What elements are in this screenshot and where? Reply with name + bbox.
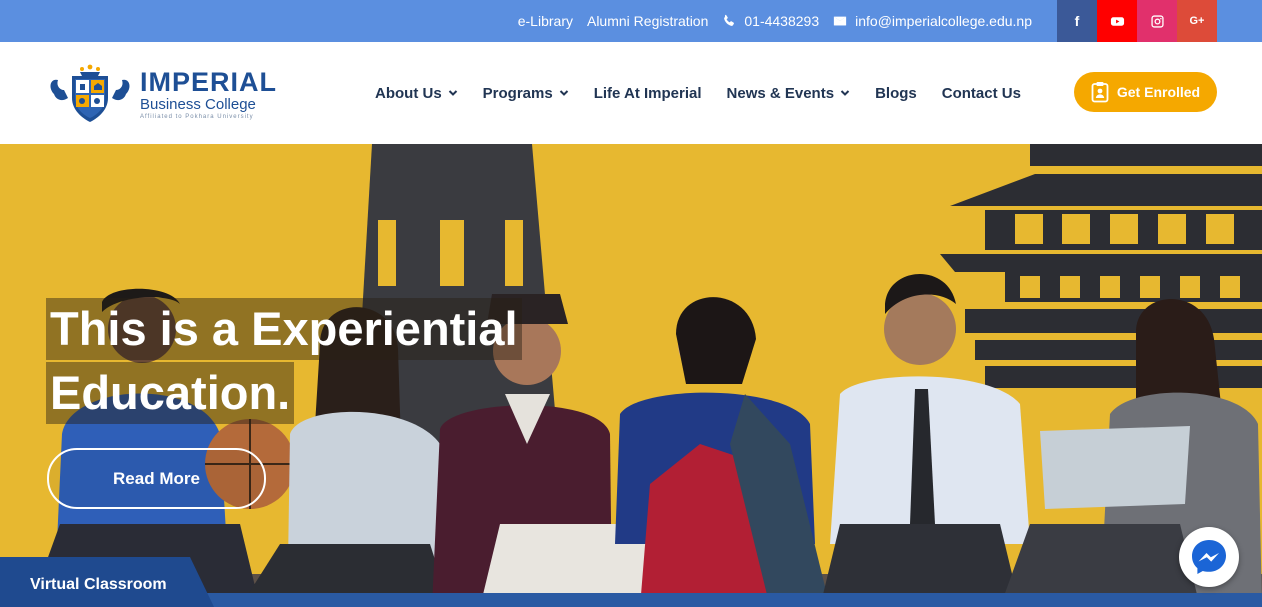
nav-about-us[interactable]: About Us: [375, 85, 458, 102]
nav-label: Contact Us: [941, 84, 1021, 102]
facebook-icon: f: [1074, 13, 1080, 29]
alumni-registration-link[interactable]: Alumni Registration: [587, 13, 708, 29]
envelope-icon: [834, 16, 847, 26]
nav-contact-us[interactable]: Contact Us: [942, 85, 1021, 102]
clipboard-user-icon: [1091, 82, 1109, 103]
read-more-label: Read More: [113, 468, 200, 488]
google-plus-link[interactable]: G+: [1177, 0, 1217, 42]
chevron-down-icon: [448, 90, 457, 96]
email-address: info@imperialcollege.edu.np: [855, 13, 1032, 29]
virtual-classroom-label: Virtual Classroom: [30, 576, 167, 593]
hero-banner: This is a Experiential Education. Read M…: [0, 144, 1262, 607]
read-more-button[interactable]: Read More: [47, 448, 266, 509]
phone-icon: [724, 14, 735, 26]
messenger-chat-button[interactable]: [1179, 527, 1239, 587]
brand-subtitle: Business College: [140, 95, 256, 113]
phone-number: 01-4438293: [744, 13, 820, 29]
college-logo[interactable]: IMPERIAL Business College Affiliated to …: [46, 64, 277, 124]
virtual-classroom-tab[interactable]: Virtual Classroom: [0, 557, 214, 607]
top-bar: e-Library Alumni Registration 01-4438293…: [0, 0, 1262, 42]
nav-programs[interactable]: Programs: [483, 85, 569, 102]
crest-icon: [50, 64, 130, 122]
chevron-down-icon: [840, 90, 850, 96]
facebook-link[interactable]: f: [1057, 0, 1097, 42]
headline-line-2: Education.: [46, 362, 295, 424]
nav-label: About Us: [375, 84, 442, 102]
chevron-down-icon: [559, 90, 568, 96]
brand-tagline: Affiliated to Pokhara University: [140, 113, 254, 120]
alumni-registration-label: Alumni Registration: [586, 13, 709, 29]
bottom-strip: [200, 593, 1262, 607]
google-plus-icon: G+: [1189, 15, 1205, 27]
e-library-label: e-Library: [517, 13, 573, 29]
nav-blogs[interactable]: Blogs: [875, 85, 917, 102]
brand-name: IMPERIAL: [140, 66, 278, 97]
top-links: e-Library Alumni Registration 01-4438293…: [518, 0, 1032, 42]
get-enrolled-label: Get Enrolled: [1116, 84, 1201, 100]
instagram-icon: [1150, 14, 1164, 28]
email-link[interactable]: info@imperialcollege.edu.np: [833, 13, 1032, 29]
brand-text: IMPERIAL Business College Affiliated to …: [140, 66, 278, 120]
phone-link[interactable]: 01-4438293: [722, 13, 819, 29]
social-links: f G+: [1057, 0, 1217, 42]
nav-life-at-imperial[interactable]: Life At Imperial: [594, 85, 702, 102]
nav-label: News & Events: [726, 84, 835, 102]
youtube-link[interactable]: [1097, 0, 1137, 42]
nav-news-events[interactable]: News & Events: [727, 85, 851, 102]
get-enrolled-button[interactable]: Get Enrolled: [1074, 72, 1217, 112]
nav-label: Blogs: [875, 84, 917, 102]
headline-line-1: This is a Experiential: [46, 298, 522, 360]
messenger-icon: [1192, 540, 1226, 574]
main-nav: About Us Programs Life At Imperial News …: [375, 42, 1021, 144]
instagram-link[interactable]: [1137, 0, 1177, 42]
hero-headline: This is a Experiential Education.: [46, 298, 522, 426]
nav-label: Life At Imperial: [593, 84, 702, 102]
e-library-link[interactable]: e-Library: [518, 13, 573, 29]
main-header: IMPERIAL Business College Affiliated to …: [0, 42, 1262, 144]
youtube-icon: [1110, 16, 1124, 26]
nav-label: Programs: [482, 84, 553, 102]
